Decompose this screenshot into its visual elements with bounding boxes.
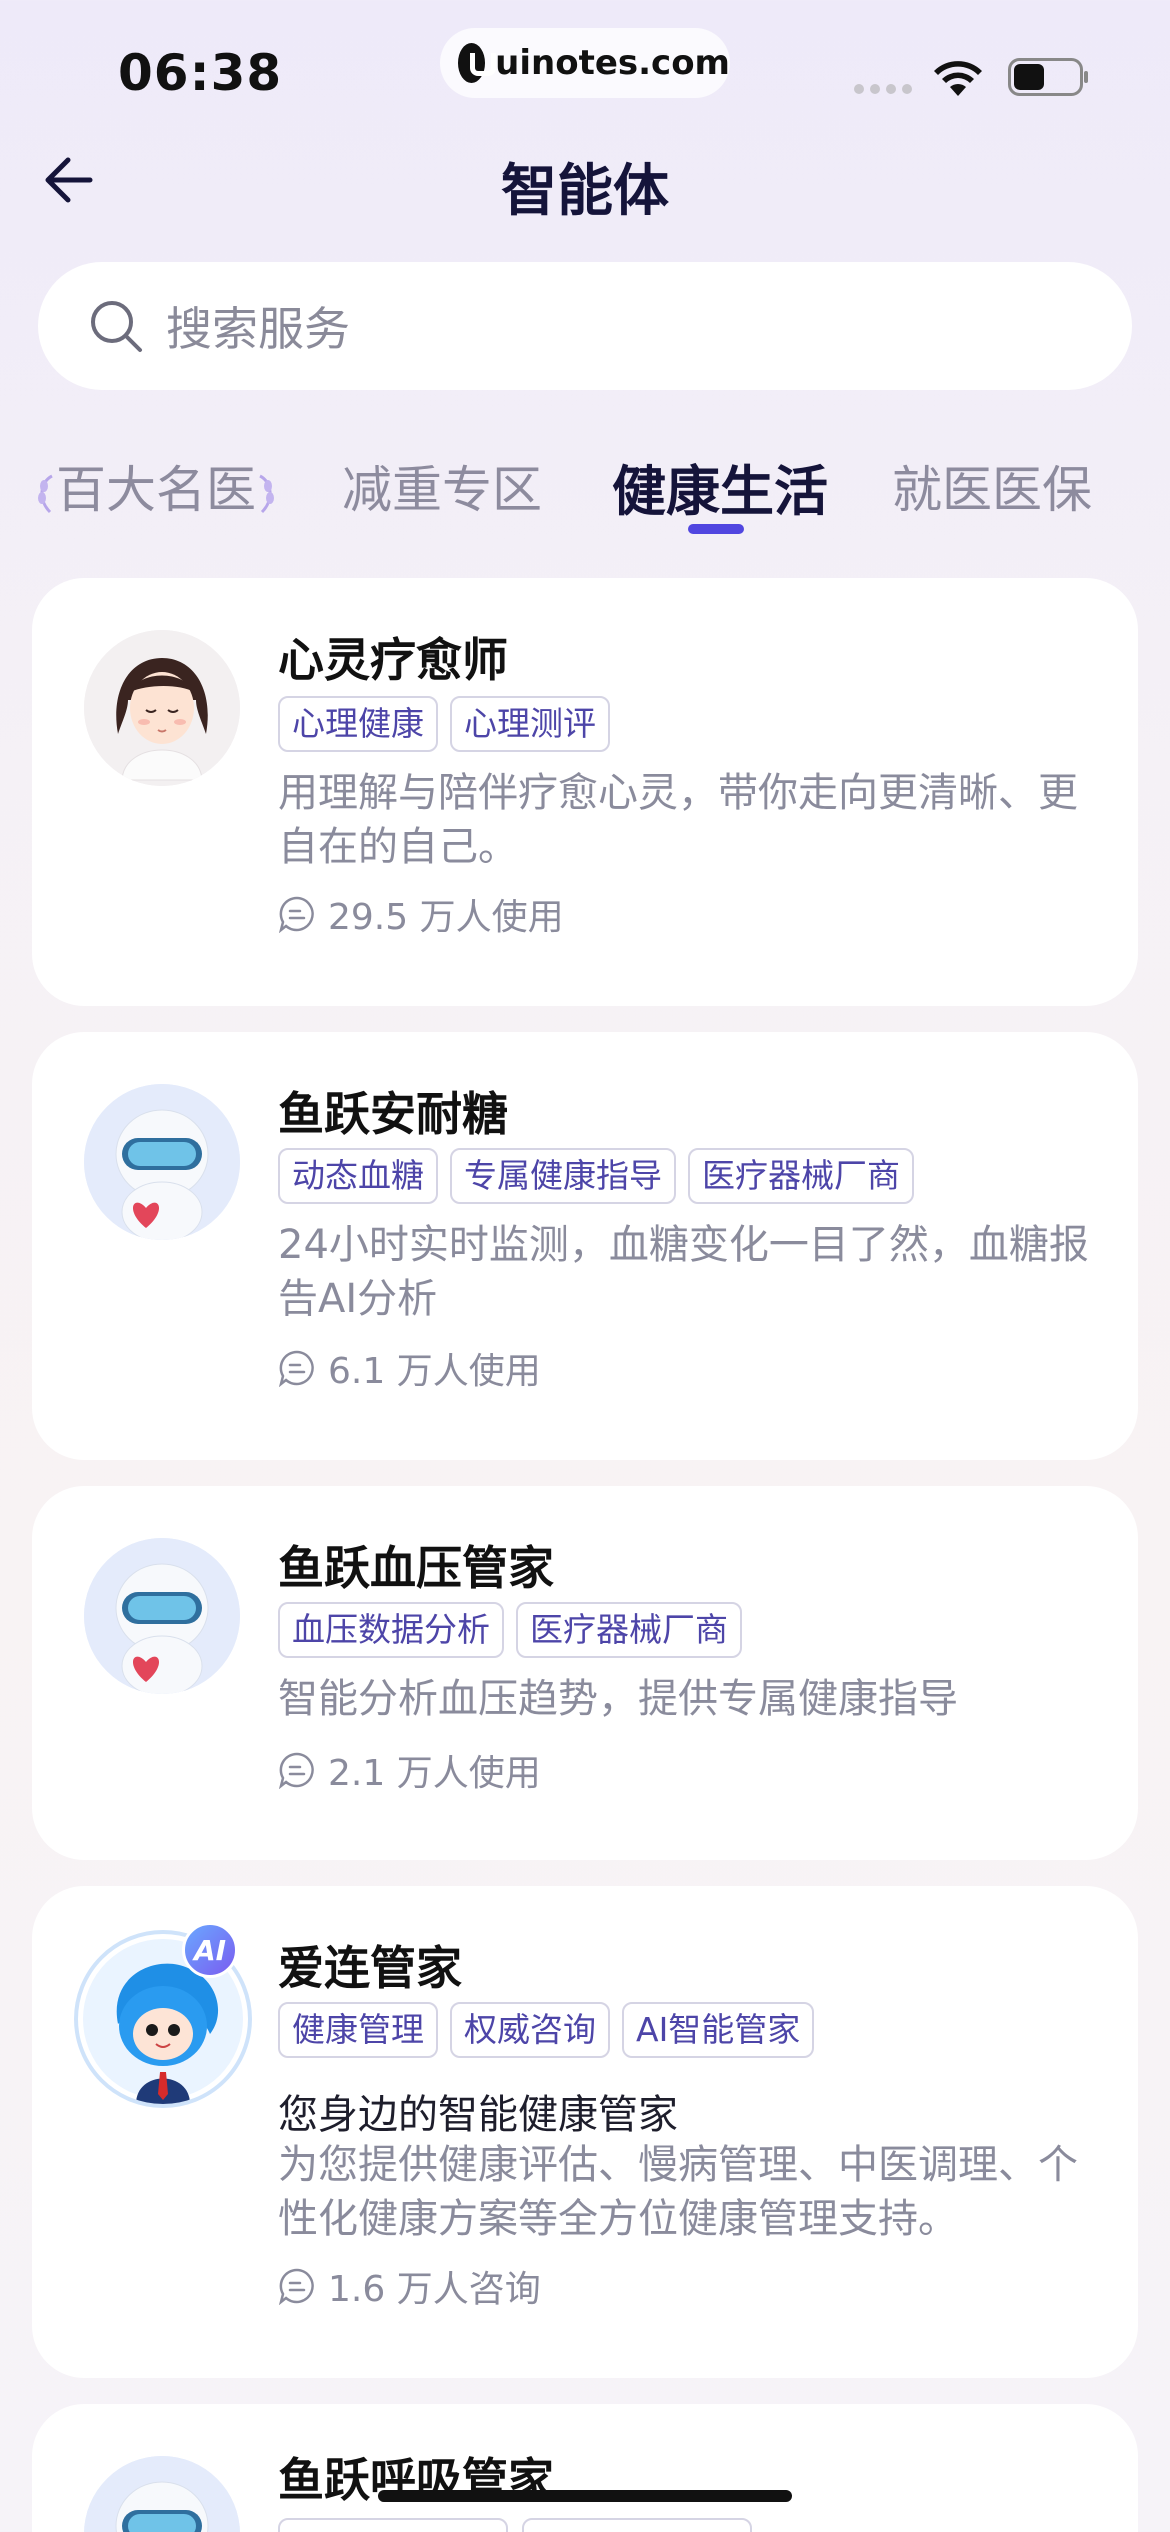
usage-count: 2.1 万人使用 <box>278 1744 541 1796</box>
meditating-girl-avatar-icon <box>84 630 240 786</box>
usage-count: 1.6 万人咨询 <box>278 2260 541 2312</box>
tag: 健康管理 <box>278 2002 438 2058</box>
usage-text: 1.6 万人咨询 <box>328 2269 541 2310</box>
usage-text: 2.1 万人使用 <box>328 1753 541 1794</box>
avatar <box>84 630 240 786</box>
robot-mascot-avatar-icon <box>84 1084 240 1240</box>
tab-healthy-living[interactable]: 健康生活 <box>612 447 828 526</box>
usage-text: 29.5 万人使用 <box>328 897 564 938</box>
chat-bubble-icon <box>278 2268 314 2305</box>
agent-card[interactable]: 鱼跃血压管家 血压数据分析 医疗器械厂商 智能分析血压趋势，提供专属健康指导 2… <box>32 1486 1138 1860</box>
status-time: 06:38 <box>118 44 283 102</box>
category-tabs: 百大名医 减重专区 健康生活 就医医保 <box>0 450 1170 540</box>
card-description: 用理解与陪伴疗愈心灵，带你走向更清晰、更自在的自己。 <box>278 770 1078 870</box>
tag: 血压数据分析 <box>278 1602 504 1658</box>
site-logo-icon <box>458 43 497 83</box>
laurel-left-icon <box>38 474 53 513</box>
tab-famous-doctors[interactable]: 百大名医 <box>34 450 278 522</box>
tab-weight-loss[interactable]: 减重专区 <box>342 450 542 522</box>
avatar <box>84 2456 240 2532</box>
tag: 专属健康指导 <box>450 1148 676 1204</box>
tag-row: 血压数据分析 医疗器械厂商 <box>278 1602 742 1658</box>
card-description: 智能分析血压趋势，提供专属健康指导 <box>278 1676 958 1722</box>
wifi-icon <box>934 61 982 96</box>
tag-row: 动态血糖 专属健康指导 医疗器械厂商 <box>278 1148 914 1204</box>
url-text: uinotes.com <box>495 43 730 83</box>
card-description: 为您提供健康评估、慢病管理、中医调理、个性化健康方案等全方位健康管理支持。 <box>278 2142 1078 2242</box>
active-tab-indicator <box>688 524 744 534</box>
page-title: 智能体 <box>501 159 669 224</box>
tag <box>522 2518 752 2532</box>
chat-bubble-icon <box>278 896 314 933</box>
status-bar: 06:38 uinotes.com <box>0 0 1170 140</box>
card-title: 心灵疗愈师 <box>278 633 508 687</box>
tag-row: 健康管理 权威咨询 AI智能管家 <box>278 2002 815 2058</box>
agent-card[interactable]: 鱼跃安耐糖 动态血糖 专属健康指导 医疗器械厂商 24小时实时监测，血糖变化一目… <box>32 1032 1138 1460</box>
search-placeholder: 搜索服务 <box>166 302 350 356</box>
tag: 心理健康 <box>278 696 438 752</box>
url-pill[interactable]: uinotes.com <box>440 28 730 98</box>
tag: 医疗器械厂商 <box>688 1148 914 1204</box>
tab-medical-insurance[interactable]: 就医医保 <box>892 450 1092 522</box>
home-indicator <box>378 2490 792 2502</box>
card-description: 24小时实时监测，血糖变化一目了然，血糖报告AI分析 <box>278 1222 1089 1322</box>
tag: 心理测评 <box>450 696 610 752</box>
usage-text: 6.1 万人使用 <box>328 1351 541 1392</box>
battery-icon <box>1008 58 1088 96</box>
chat-bubble-icon <box>278 1752 314 1789</box>
robot-mascot-avatar-icon <box>84 2456 240 2532</box>
tag-row: 心理健康 心理测评 <box>278 696 610 752</box>
tag: 动态血糖 <box>278 1148 438 1204</box>
card-title: 鱼跃血压管家 <box>278 1541 554 1595</box>
laurel-right-icon <box>259 474 274 513</box>
agent-card[interactable]: 鱼跃呼吸管家 <box>32 2404 1138 2532</box>
agent-card[interactable]: AI 爱连管家 健康管理 权威咨询 AI智能管家 您身边的智能健康管家 为您提供… <box>32 1886 1138 2378</box>
agent-card[interactable]: 心灵疗愈师 心理健康 心理测评 用理解与陪伴疗愈心灵，带你走向更清晰、更自在的自… <box>32 578 1138 1006</box>
robot-mascot-avatar-icon <box>84 1538 240 1694</box>
avatar <box>84 1084 240 1240</box>
tab-label: 百大名医 <box>56 461 256 519</box>
tag: 权威咨询 <box>450 2002 610 2058</box>
cellular-signal-icon <box>854 84 912 94</box>
tag <box>278 2518 508 2532</box>
card-title: 爱连管家 <box>278 1941 462 1995</box>
tag: 医疗器械厂商 <box>516 1602 742 1658</box>
avatar <box>84 1538 240 1694</box>
tag: AI智能管家 <box>622 2002 815 2058</box>
search-icon <box>91 301 142 352</box>
card-subtitle: 您身边的智能健康管家 <box>278 2092 678 2138</box>
ai-badge: AI <box>182 1922 238 1978</box>
usage-count: 6.1 万人使用 <box>278 1342 541 1394</box>
card-title: 鱼跃安耐糖 <box>278 1087 508 1141</box>
usage-count: 29.5 万人使用 <box>278 888 564 940</box>
chat-bubble-icon <box>278 1350 314 1387</box>
ai-badge-text: AI <box>193 1933 227 1967</box>
search-input[interactable]: 搜索服务 <box>38 262 1132 390</box>
